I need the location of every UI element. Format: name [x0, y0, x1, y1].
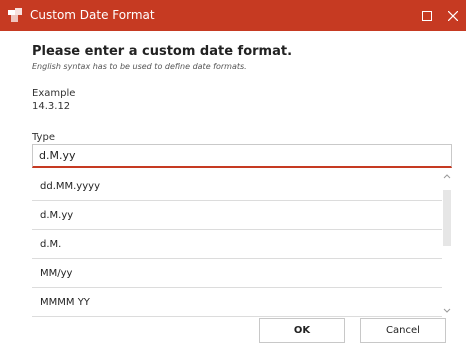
type-label: Type: [32, 132, 55, 143]
list-item[interactable]: dd.MM.yyyy: [32, 172, 442, 201]
scroll-thumb[interactable]: [443, 190, 451, 246]
example-label: Example: [32, 88, 76, 99]
app-icon: [8, 8, 22, 22]
chevron-down-icon[interactable]: [443, 305, 451, 315]
list-item[interactable]: MMMM YY: [32, 288, 442, 317]
cancel-button[interactable]: Cancel: [360, 318, 446, 343]
title-bar: Custom Date Format: [0, 0, 466, 31]
chevron-up-icon[interactable]: [443, 172, 451, 182]
close-icon: [448, 10, 458, 21]
close-button[interactable]: [438, 0, 466, 31]
example-value: 14.3.12: [32, 101, 71, 112]
format-list: dd.MM.yyyy d.M.yy d.M. MM/yy MMMM YY: [32, 172, 452, 320]
list-item[interactable]: MM/yy: [32, 259, 442, 288]
ok-button[interactable]: OK: [259, 318, 345, 343]
window-title: Custom Date Format: [30, 8, 155, 22]
dialog-heading: Please enter a custom date format.: [32, 44, 293, 59]
maximize-icon: [422, 10, 432, 21]
list-scrollbar[interactable]: [442, 172, 452, 320]
dialog-subheading: English syntax has to be used to define …: [32, 62, 247, 71]
list-item[interactable]: d.M.: [32, 230, 442, 259]
format-input[interactable]: [32, 144, 452, 168]
list-item[interactable]: d.M.yy: [32, 201, 442, 230]
